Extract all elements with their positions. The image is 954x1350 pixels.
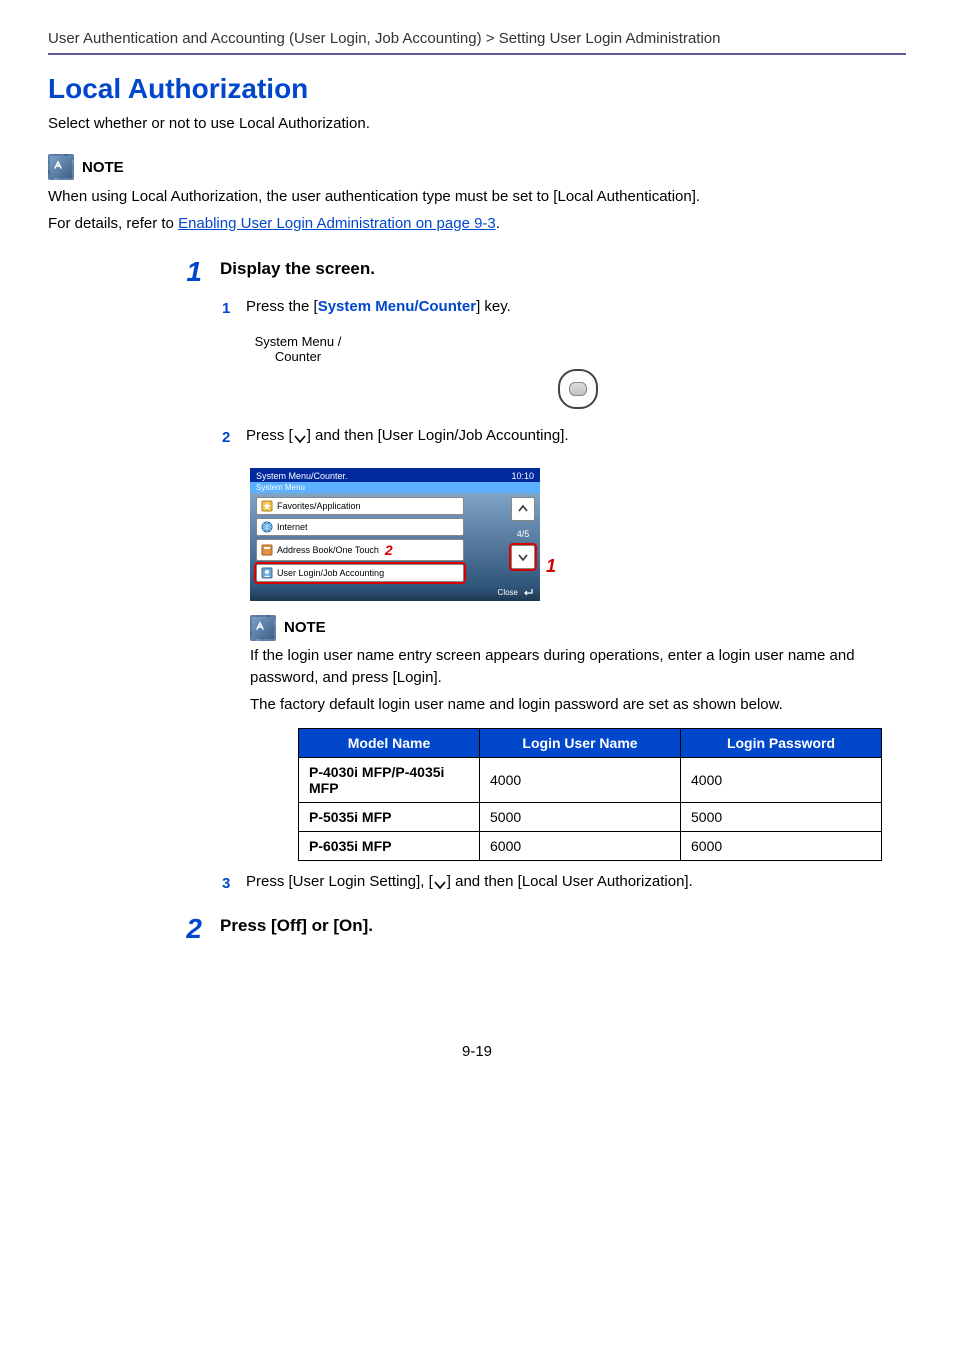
substep1-text: Press the [System Menu/Counter] key. [246,298,511,315]
cell-pass: 5000 [681,803,882,832]
ts-close-button[interactable]: Close [498,588,534,598]
ts-item-label: User Login/Job Accounting [277,568,384,578]
ts-item-label: Address Book/One Touch [277,545,379,555]
ts-item-favorites[interactable]: Favorites/Application [256,497,464,515]
chevron-down-icon [433,877,447,887]
ts-item-user-login[interactable]: User Login/Job Accounting [256,564,464,582]
system-menu-label-line2: Counter [275,349,321,364]
substep2-text: Press [ ] and then [User Login/Job Accoun… [246,427,569,444]
ts-item-internet[interactable]: Internet [256,518,464,536]
divider [48,53,906,55]
note-icon [250,615,276,641]
substep2-pre: Press [ [246,427,293,444]
addressbook-icon [261,544,273,556]
chevron-down-icon [293,431,307,441]
system-menu-button-figure: System Menu / Counter [250,335,906,409]
note-body-inner: If the login user name entry screen appe… [250,645,906,717]
table-row: P-5035i MFP 5000 5000 [299,803,882,832]
note-label: NOTE [82,159,124,176]
ts-item-label: Favorites/Application [277,501,361,511]
user-login-icon [261,567,273,579]
table-row: P-4030i MFP/P-4035i MFP 4000 4000 [299,758,882,803]
step1-number: 1 [178,258,202,286]
touchscreen-figure: System Menu/Counter. 10:10 System Menu F… [250,468,540,601]
step1-title: Display the screen. [220,259,375,279]
ts-item-label: Internet [277,522,308,532]
note-line2-post: . [496,215,500,232]
ts-item-addressbook[interactable]: Address Book/One Touch 2 [256,539,464,561]
page-title: Local Authorization [48,73,906,105]
ts-clock: 10:10 [511,471,534,481]
substep1-post: ] key. [476,298,511,315]
inner-note-p2: The factory default login user name and … [250,694,906,717]
note-label-inner: NOTE [284,619,326,636]
step2-title: Press [Off] or [On]. [220,916,373,936]
substep3-text: Press [User Login Setting], [ ] and then … [246,873,693,890]
note-line1: When using Local Authorization, the user… [48,186,906,209]
scroll-down-button[interactable] [511,545,535,569]
th-user: Login User Name [480,729,681,758]
note-line2-pre: For details, refer to [48,215,178,232]
cell-user: 4000 [480,758,681,803]
page-number: 9-19 [48,1043,906,1060]
th-model: Model Name [299,729,480,758]
cell-user: 5000 [480,803,681,832]
breadcrumb: User Authentication and Accounting (User… [48,30,906,47]
table-row: P-6035i MFP 6000 6000 [299,832,882,861]
cell-model: P-4030i MFP/P-4035i MFP [299,758,480,803]
substep3-post: ] and then [Local User Authorization]. [447,873,693,890]
link-enabling-admin[interactable]: Enabling User Login Administration on pa… [178,215,496,232]
substep1-number: 1 [222,300,234,317]
ts-page-indicator: 4/5 [517,529,530,539]
ts-close-label: Close [498,588,518,597]
ts-subheader: System Menu [250,482,540,493]
substep3-number: 3 [222,875,234,892]
step2-number: 2 [178,915,202,943]
login-table: Model Name Login User Name Login Passwor… [298,728,882,861]
system-menu-label-line1: System Menu / [255,334,342,349]
intro-text: Select whether or not to use Local Autho… [48,115,906,132]
system-menu-key-label: System Menu/Counter [318,298,476,315]
th-pass: Login Password [681,729,882,758]
scroll-up-button[interactable] [511,497,535,521]
globe-icon [261,521,273,533]
callout-number-2: 2 [385,542,393,558]
enter-icon [522,588,534,598]
cell-user: 6000 [480,832,681,861]
favorites-icon [261,500,273,512]
cell-pass: 4000 [681,758,882,803]
cell-pass: 6000 [681,832,882,861]
note-body-top: When using Local Authorization, the user… [48,186,906,235]
cell-model: P-6035i MFP [299,832,480,861]
callout-number-1: 1 [546,556,556,577]
cell-model: P-5035i MFP [299,803,480,832]
system-menu-hardware-button[interactable] [558,369,598,409]
substep1-pre: Press the [ [246,298,318,315]
substep2-post: ] and then [User Login/Job Accounting]. [307,427,569,444]
inner-note-p1: If the login user name entry screen appe… [250,645,906,690]
note-icon [48,154,74,180]
substep3-pre: Press [User Login Setting], [ [246,873,433,890]
ts-title: System Menu/Counter. [256,471,348,481]
substep2-number: 2 [222,429,234,446]
